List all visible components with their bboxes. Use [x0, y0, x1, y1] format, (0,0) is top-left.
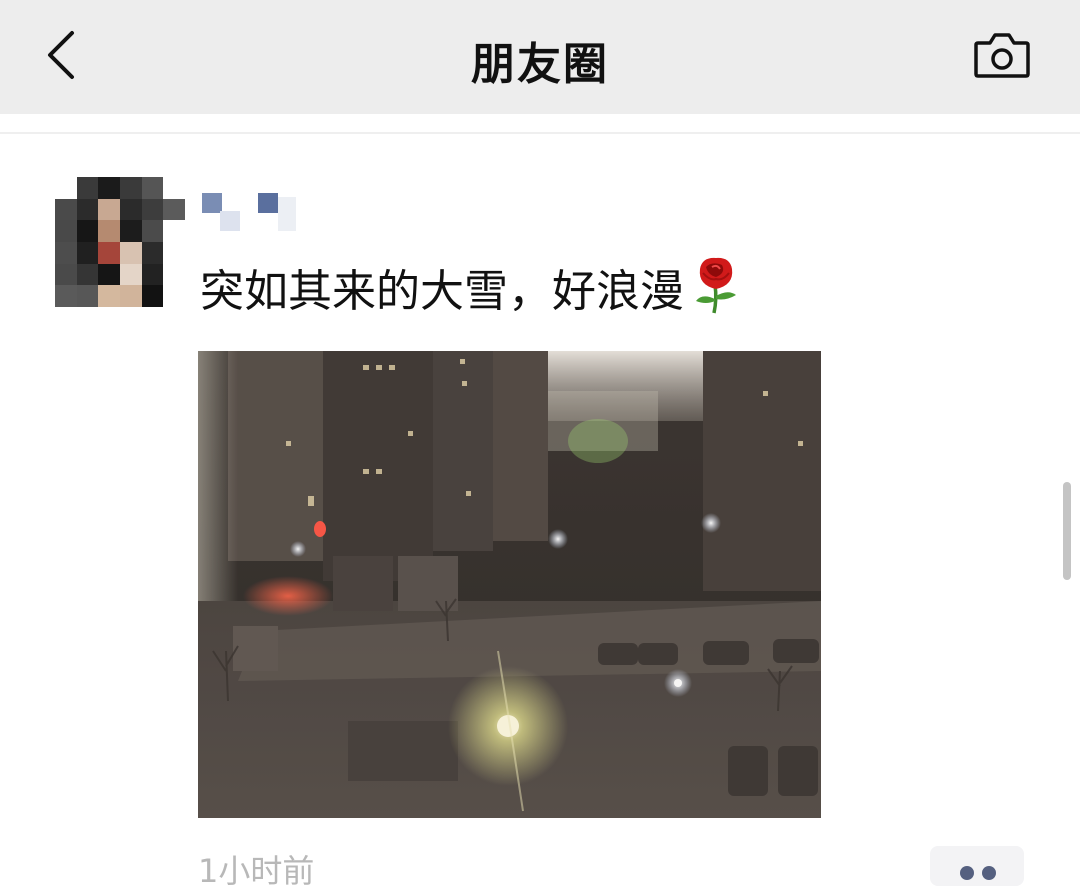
avatar[interactable] [55, 177, 185, 307]
navbar-divider [0, 132, 1080, 134]
more-actions-button[interactable] [930, 846, 1024, 886]
navbar: 朋友圈 [0, 0, 1080, 114]
photo-snowy-night [198, 351, 821, 818]
post-text: 突如其来的大雪，好浪漫 [200, 255, 742, 333]
post-text-content: 突如其来的大雪，好浪漫 [200, 266, 684, 317]
rose-emoji-icon [690, 255, 742, 333]
camera-button[interactable] [970, 26, 1034, 84]
post-photo[interactable] [198, 351, 821, 818]
camera-icon [974, 33, 1030, 78]
nickname-mosaic[interactable] [202, 193, 298, 235]
page-title: 朋友圈 [471, 39, 609, 90]
scrollbar[interactable] [1063, 482, 1071, 580]
post-timestamp: 1小时前 [198, 852, 315, 890]
more-dot-icon [960, 866, 974, 880]
more-dot-icon [982, 866, 996, 880]
